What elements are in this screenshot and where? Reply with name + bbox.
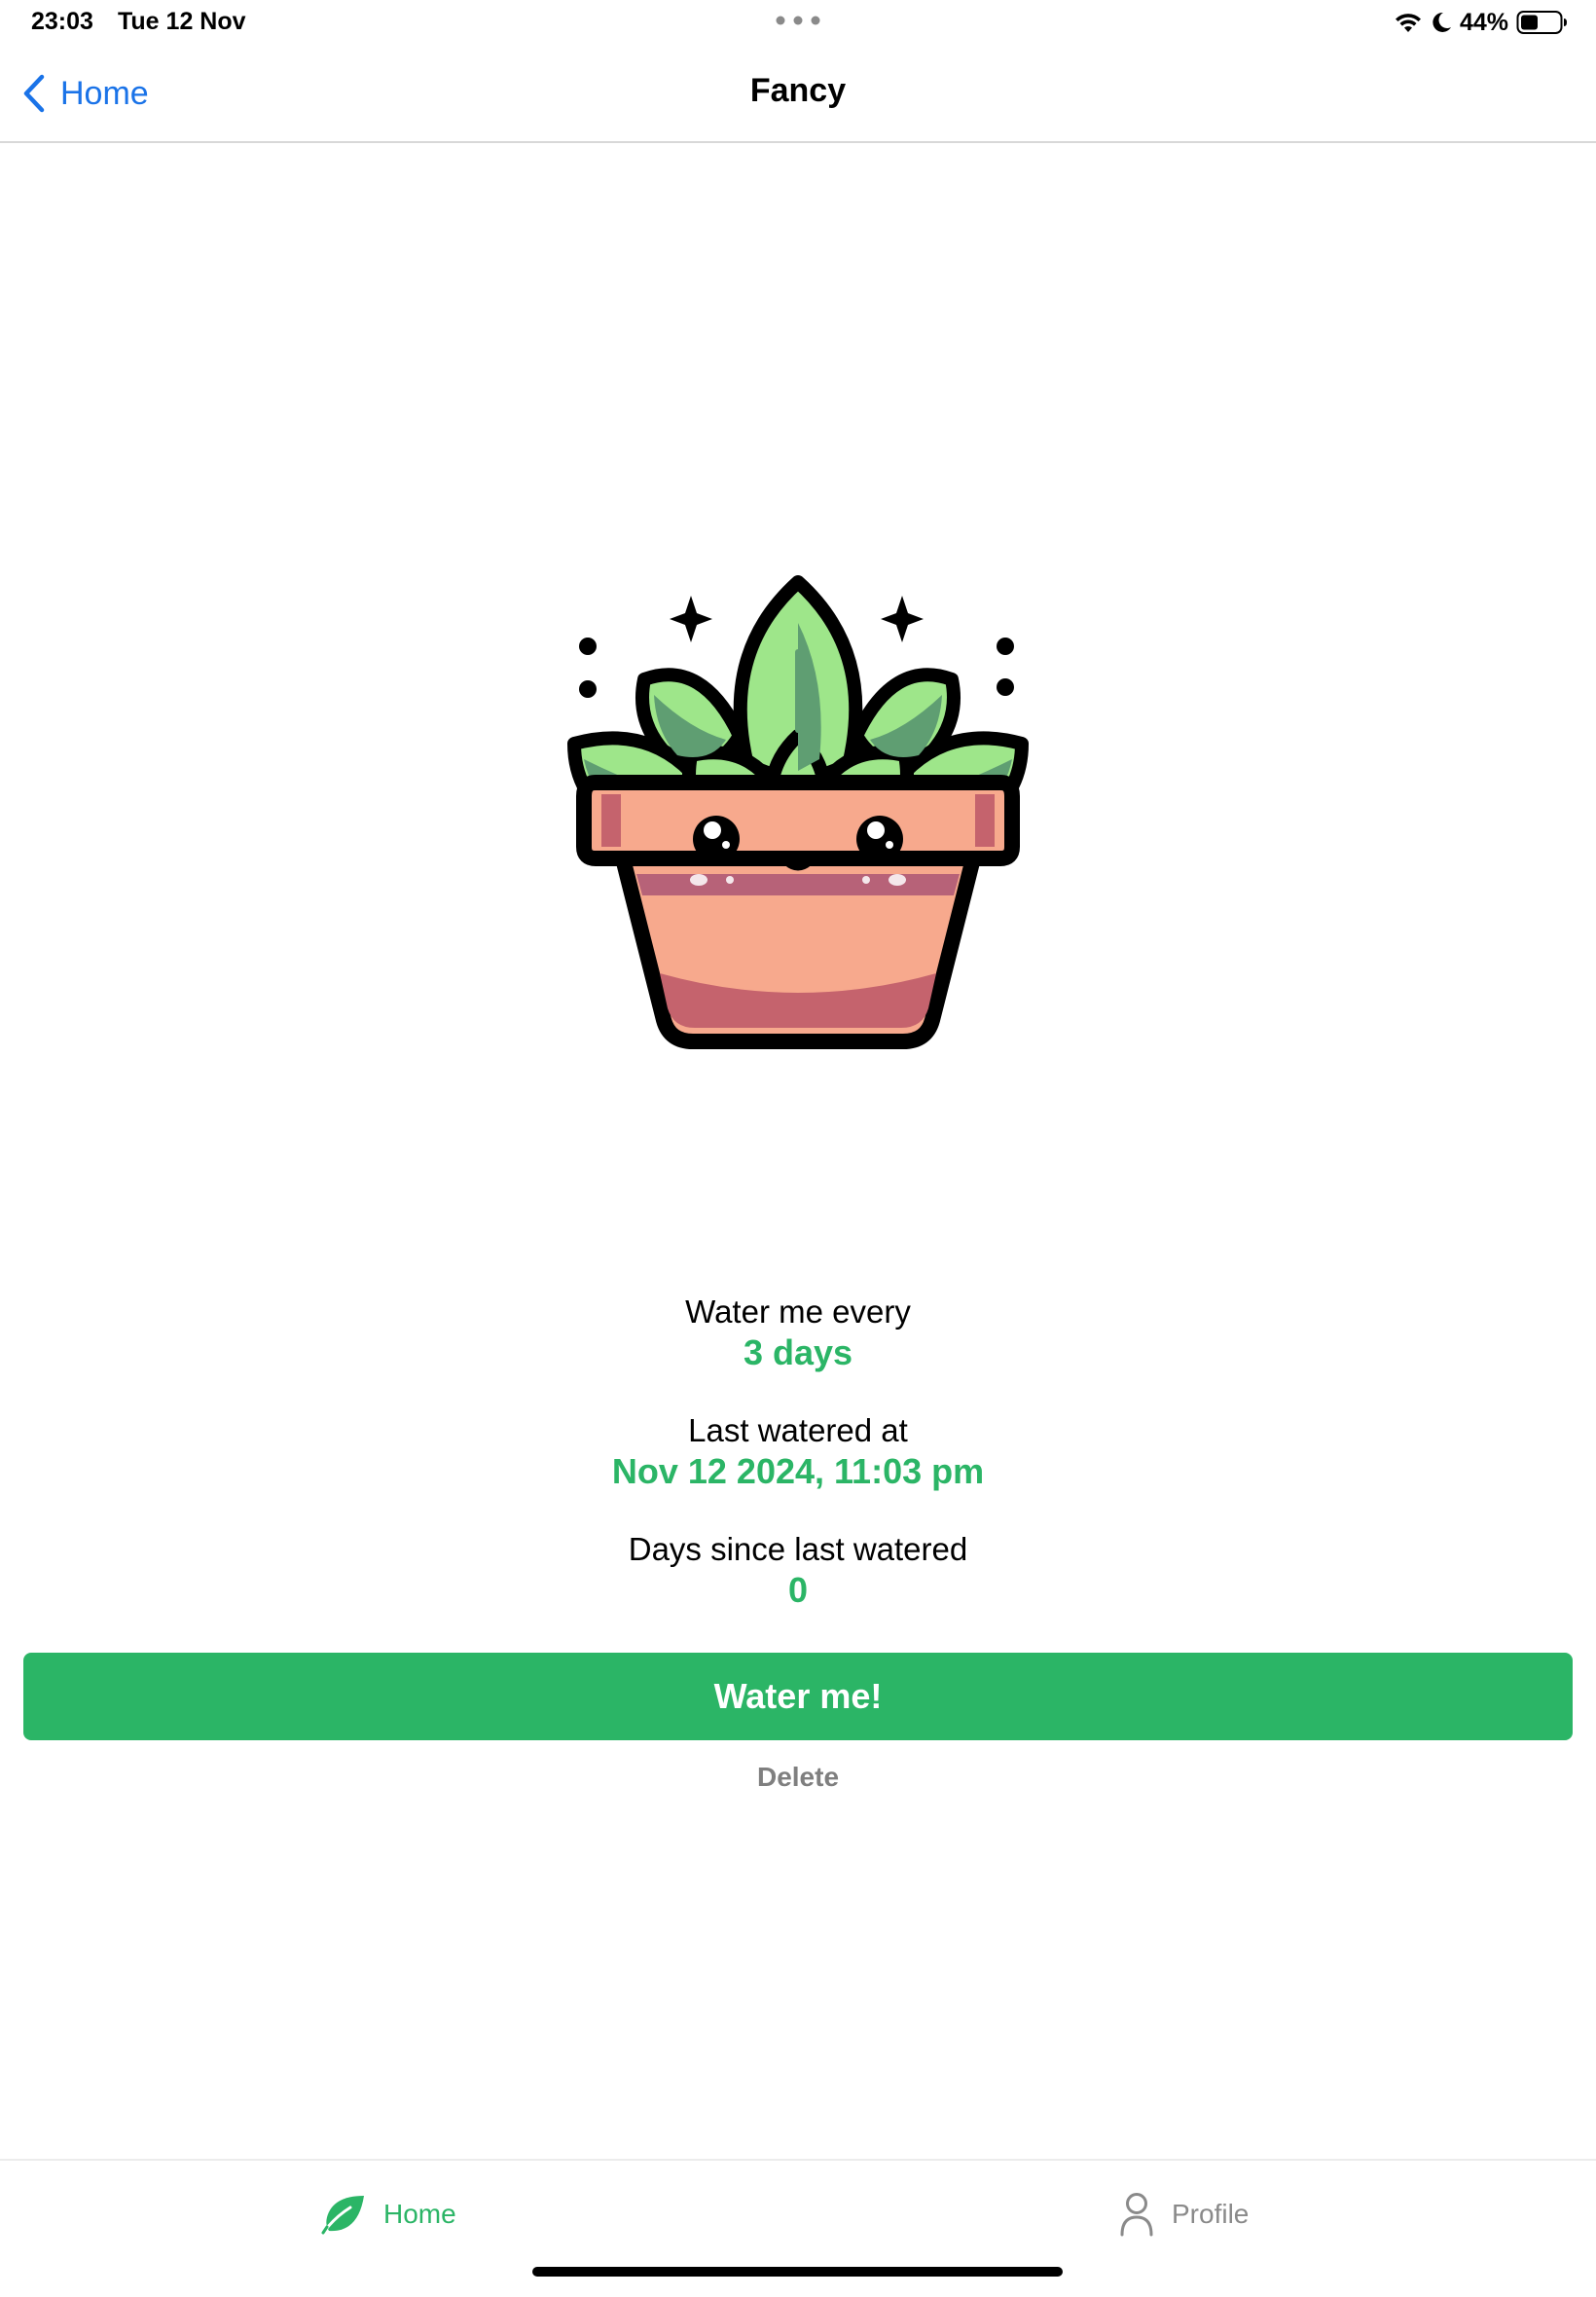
navigation-bar: Home Fancy xyxy=(0,45,1596,143)
delete-button[interactable]: Delete xyxy=(0,1762,1596,1793)
person-icon xyxy=(1120,2193,1153,2237)
potted-succulent-illustration xyxy=(567,575,1029,1049)
status-indicators: 44% xyxy=(1394,6,1569,39)
tab-home[interactable]: Home xyxy=(321,2190,456,2239)
plant-detail-screen: 23:03 Tue 12 Nov 44% Home Fancy Water me… xyxy=(0,0,1596,2297)
leaf-icon xyxy=(321,2196,364,2235)
battery-percentage: 44% xyxy=(1459,8,1508,36)
tab-profile-label: Profile xyxy=(1172,2199,1250,2229)
wifi-icon xyxy=(1395,14,1421,32)
water-me-button[interactable]: Water me! xyxy=(23,1653,1573,1740)
last-watered-value: Nov 12 2024, 11:03 pm xyxy=(611,1451,985,1491)
last-watered: Last watered at Nov 12 2024, 11:03 pm xyxy=(0,1411,1596,1493)
page-title: Fancy xyxy=(749,72,847,109)
tab-profile[interactable]: Profile xyxy=(1119,2190,1249,2239)
moon-icon xyxy=(1433,12,1451,32)
status-date: Tue 12 Nov xyxy=(118,8,246,35)
status-time: 23:03 xyxy=(31,8,93,35)
multitask-dots-icon[interactable] xyxy=(776,16,820,25)
last-watered-label: Last watered at xyxy=(688,1412,908,1448)
days-since-watered-value: 0 xyxy=(787,1570,809,1610)
watering-frequency: Water me every 3 days xyxy=(0,1293,1596,1374)
watering-frequency-value: 3 days xyxy=(743,1332,853,1372)
battery-icon xyxy=(1516,11,1567,34)
days-since-watered: Days since last watered 0 xyxy=(0,1530,1596,1612)
status-bar: 23:03 Tue 12 Nov 44% xyxy=(0,0,1596,45)
watering-frequency-label: Water me every xyxy=(685,1294,911,1330)
home-indicator[interactable] xyxy=(532,2267,1063,2277)
days-since-watered-label: Days since last watered xyxy=(628,1531,968,1567)
tab-home-label: Home xyxy=(383,2199,456,2229)
